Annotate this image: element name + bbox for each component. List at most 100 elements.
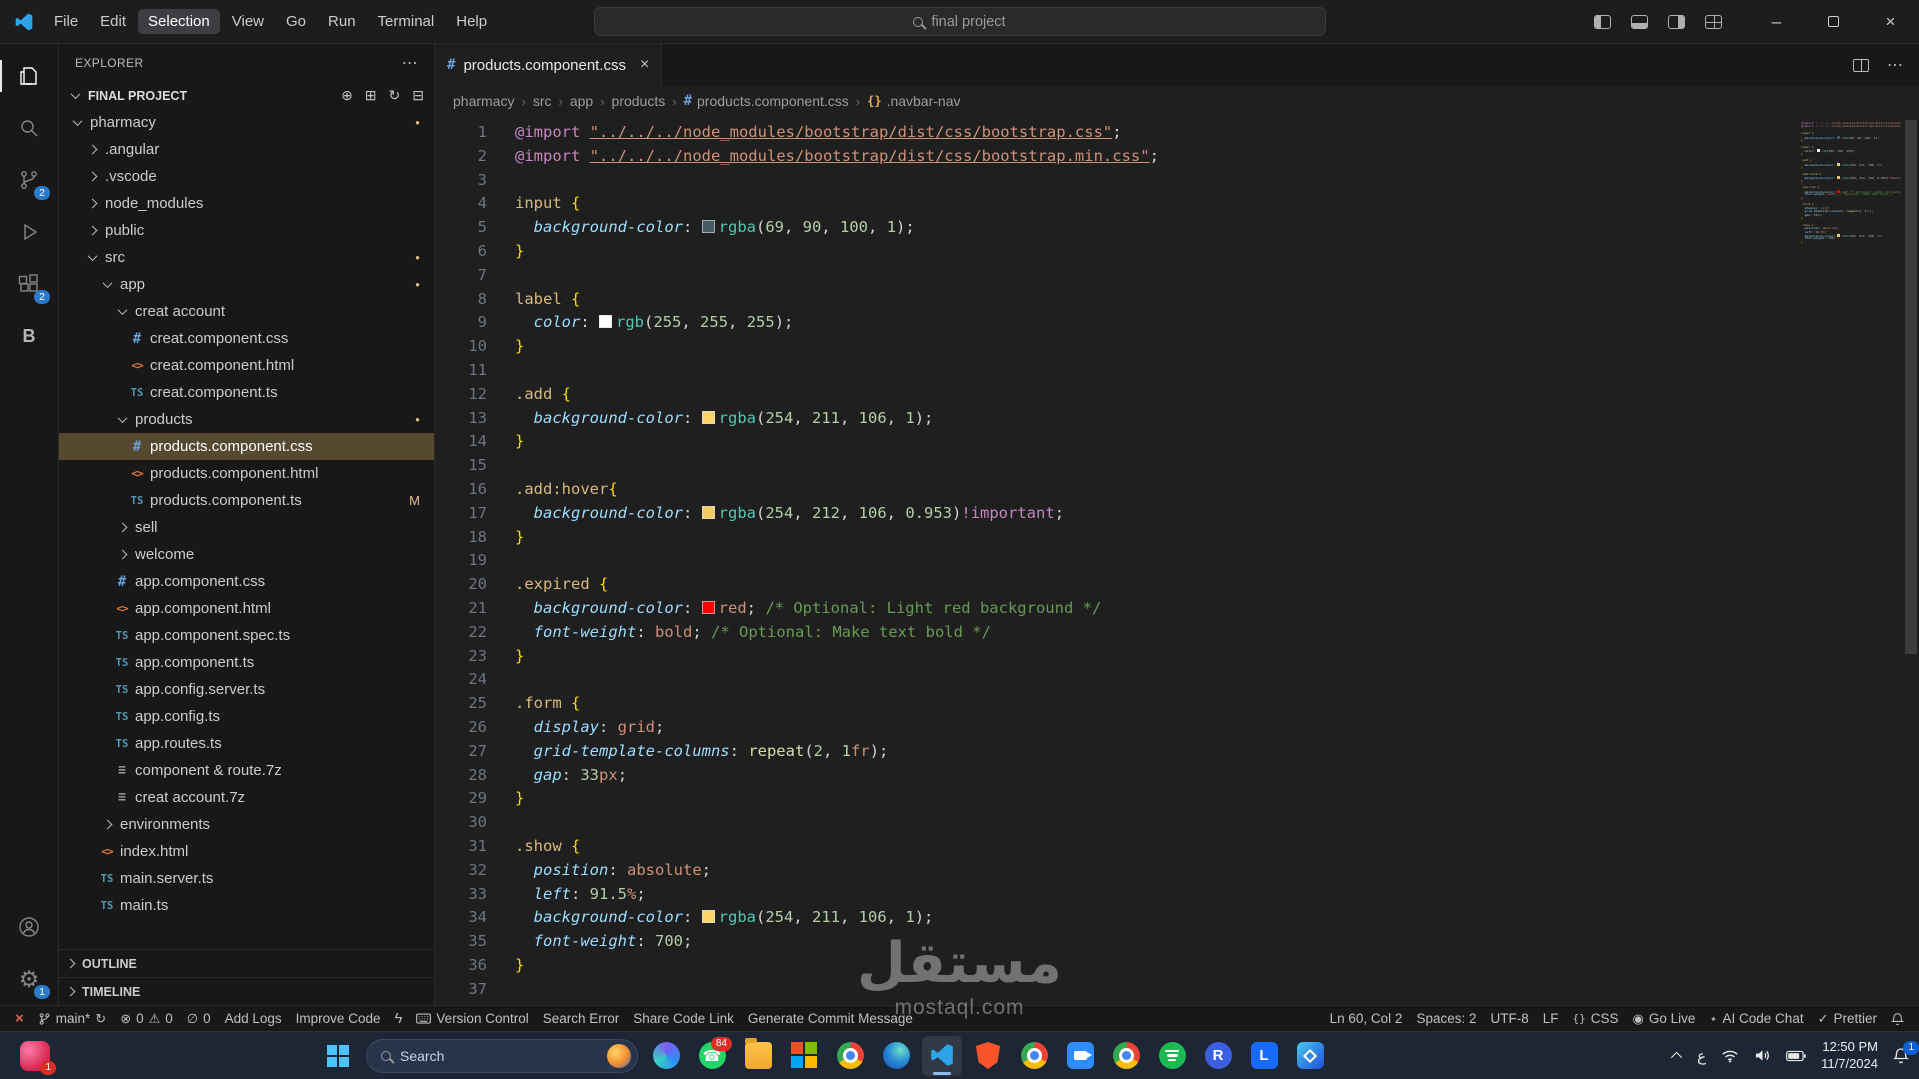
project-section-header[interactable]: FINAL PROJECT ⊕ ⊞ ↻ ⊟ <box>59 82 434 109</box>
activity-run-debug[interactable] <box>0 206 58 258</box>
breadcrumb-item[interactable]: src <box>533 93 552 109</box>
breadcrumb-item[interactable]: products <box>612 93 666 109</box>
tree-item-app-config-ts[interactable]: TS app.config.ts <box>59 703 434 730</box>
code-line-25[interactable]: 25 .form { <box>435 692 1919 716</box>
start-button[interactable] <box>318 1036 358 1076</box>
code-line-6[interactable]: 6} <box>435 240 1919 264</box>
minimize-button[interactable]: – <box>1748 0 1805 44</box>
wifi-icon[interactable] <box>1721 1049 1739 1063</box>
menu-view[interactable]: View <box>222 9 274 34</box>
command-center-search[interactable]: final project <box>593 7 1326 36</box>
taskbar-app-chrome-1[interactable] <box>830 1036 870 1076</box>
tree-item-products-component-css[interactable]: # products.component.css <box>59 433 434 460</box>
explorer-more-actions-icon[interactable]: ⋯ <box>402 53 418 73</box>
taskbar-app-spotify[interactable] <box>1152 1036 1192 1076</box>
breadcrumb-item[interactable]: app <box>570 93 593 109</box>
breadcrumb-item[interactable]: {} .navbar-nav <box>867 93 960 109</box>
code-line-27[interactable]: 27 grid-template-columns: repeat(2, 1fr)… <box>435 740 1919 764</box>
code-line-32[interactable]: 32 position: absolute; <box>435 859 1919 883</box>
taskbar-app-brave[interactable] <box>968 1036 1008 1076</box>
new-file-icon[interactable]: ⊕ <box>341 87 353 104</box>
taskbar-app-copilot[interactable] <box>646 1036 686 1076</box>
refresh-explorer-icon[interactable]: ↻ <box>389 87 401 104</box>
tree-item-src[interactable]: src ● <box>59 244 434 271</box>
taskbar-app-edge[interactable] <box>876 1036 916 1076</box>
taskbar-clock[interactable]: 12:50 PM 11/7/2024 <box>1821 1039 1878 1073</box>
code-line-22[interactable]: 22 font-weight: bold; /* Optional: Make … <box>435 621 1919 645</box>
activity-settings[interactable]: ⚙ 1 <box>0 953 58 1005</box>
status-ai-code-chat[interactable]: ⋆ AI Code Chat <box>1702 1006 1810 1031</box>
breadcrumb-item[interactable]: # products.component.css <box>684 93 849 109</box>
status-prettier[interactable]: ✓ Prettier <box>1811 1006 1884 1031</box>
battery-icon[interactable] <box>1786 1050 1806 1062</box>
taskbar-app-app-l[interactable]: L <box>1244 1036 1284 1076</box>
code-line-20[interactable]: 20 .expired { <box>435 573 1919 597</box>
tree-item--vscode[interactable]: .vscode <box>59 163 434 190</box>
language-indicator[interactable]: ع <box>1697 1047 1706 1065</box>
code-line-18[interactable]: 18} <box>435 526 1919 550</box>
tree-item-creat-component-ts[interactable]: TS creat.component.ts <box>59 379 434 406</box>
code-line-15[interactable]: 15 <box>435 454 1919 478</box>
code-line-16[interactable]: 16 .add:hover{ <box>435 478 1919 502</box>
tree-item-main-server-ts[interactable]: TS main.server.ts <box>59 865 434 892</box>
editor-more-actions-icon[interactable]: ⋯ <box>1887 55 1903 75</box>
status-encoding[interactable]: UTF-8 <box>1483 1006 1535 1031</box>
taskbar-search[interactable]: Search <box>366 1038 638 1073</box>
status-language-mode[interactable]: {} CSS <box>1566 1006 1626 1031</box>
code-line-12[interactable]: 12 .add { <box>435 383 1919 407</box>
tree-item-creat-account-7z[interactable]: ≡ creat account.7z <box>59 784 434 811</box>
code-line-21[interactable]: 21 background-color: red; /* Optional: L… <box>435 597 1919 621</box>
tree-item-products-component-html[interactable]: <> products.component.html <box>59 460 434 487</box>
code-line-36[interactable]: 36} <box>435 954 1919 978</box>
code-line-1[interactable]: 1 @import "../../../node_modules/bootstra… <box>435 121 1919 145</box>
activity-explorer[interactable] <box>0 50 58 102</box>
code-line-29[interactable]: 29} <box>435 787 1919 811</box>
tree-item--angular[interactable]: .angular <box>59 136 434 163</box>
tree-item-app-component-spec-ts[interactable]: TS app.component.spec.ts <box>59 622 434 649</box>
tree-item-node-modules[interactable]: node_modules <box>59 190 434 217</box>
menu-selection[interactable]: Selection <box>138 9 220 34</box>
status-indentation[interactable]: Spaces: 2 <box>1409 1006 1483 1031</box>
tree-item-environments[interactable]: environments <box>59 811 434 838</box>
code-line-23[interactable]: 23} <box>435 645 1919 669</box>
volume-icon[interactable] <box>1754 1048 1771 1063</box>
code-line-37[interactable]: 37 <box>435 978 1919 1002</box>
corner-app-icon[interactable]: 1 <box>20 1041 56 1075</box>
code-line-13[interactable]: 13 background-color: rgba(254, 211, 106,… <box>435 407 1919 431</box>
code-line-33[interactable]: 33 left: 91.5%; <box>435 883 1919 907</box>
new-folder-icon[interactable]: ⊞ <box>365 87 377 104</box>
collapse-folders-icon[interactable]: ⊟ <box>412 87 424 104</box>
code-line-4[interactable]: 4 input { <box>435 192 1919 216</box>
close-tab-icon[interactable]: × <box>640 56 649 74</box>
tab-products-component-css[interactable]: # products.component.css × <box>435 44 663 86</box>
tray-overflow-icon[interactable] <box>1671 1051 1683 1063</box>
tree-item-component-route-7z[interactable]: ≡ component & route.7z <box>59 757 434 784</box>
code-line-24[interactable]: 24 <box>435 668 1919 692</box>
split-editor-icon[interactable] <box>1853 58 1869 72</box>
taskbar-app-whatsapp[interactable]: ☎ 84 <box>692 1036 732 1076</box>
status-remote-indicator[interactable]: × <box>8 1006 31 1031</box>
tree-item-main-ts[interactable]: TS main.ts <box>59 892 434 919</box>
minimap[interactable]: @import "../../../node_modules/bootstrap… <box>1801 122 1901 247</box>
code-editor[interactable]: 1 @import "../../../node_modules/bootstra… <box>435 116 1919 1005</box>
code-line-2[interactable]: 2 @import "../../../node_modules/bootstra… <box>435 145 1919 169</box>
taskbar-app-microsoft-365[interactable] <box>784 1036 824 1076</box>
code-line-35[interactable]: 35 font-weight: 700; <box>435 930 1919 954</box>
status-cursor-position[interactable]: Ln 60, Col 2 <box>1323 1006 1410 1031</box>
status-notifications-muted[interactable]: ∅ 0 <box>180 1006 218 1031</box>
activity-extension-b[interactable]: B <box>0 310 58 362</box>
status-generate-commit-message[interactable]: Generate Commit Message <box>741 1006 920 1031</box>
activity-extensions[interactable]: 2 <box>0 258 58 310</box>
status-problems[interactable]: ⊗ 0 ⚠ 0 <box>113 1006 180 1031</box>
tree-item-sell[interactable]: sell <box>59 514 434 541</box>
menu-go[interactable]: Go <box>276 9 316 34</box>
activity-accounts[interactable] <box>0 901 58 953</box>
code-line-26[interactable]: 26 display: grid; <box>435 716 1919 740</box>
taskbar-app-zoom[interactable] <box>1060 1036 1100 1076</box>
tree-item-pharmacy[interactable]: pharmacy ● <box>59 109 434 136</box>
tree-item-app[interactable]: app ● <box>59 271 434 298</box>
tree-item-products-component-ts[interactable]: TS products.component.ts M <box>59 487 434 514</box>
breadcrumb-item[interactable]: pharmacy <box>453 93 514 109</box>
status-notifications[interactable] <box>1884 1006 1911 1031</box>
tree-item-creat-account[interactable]: creat account <box>59 298 434 325</box>
